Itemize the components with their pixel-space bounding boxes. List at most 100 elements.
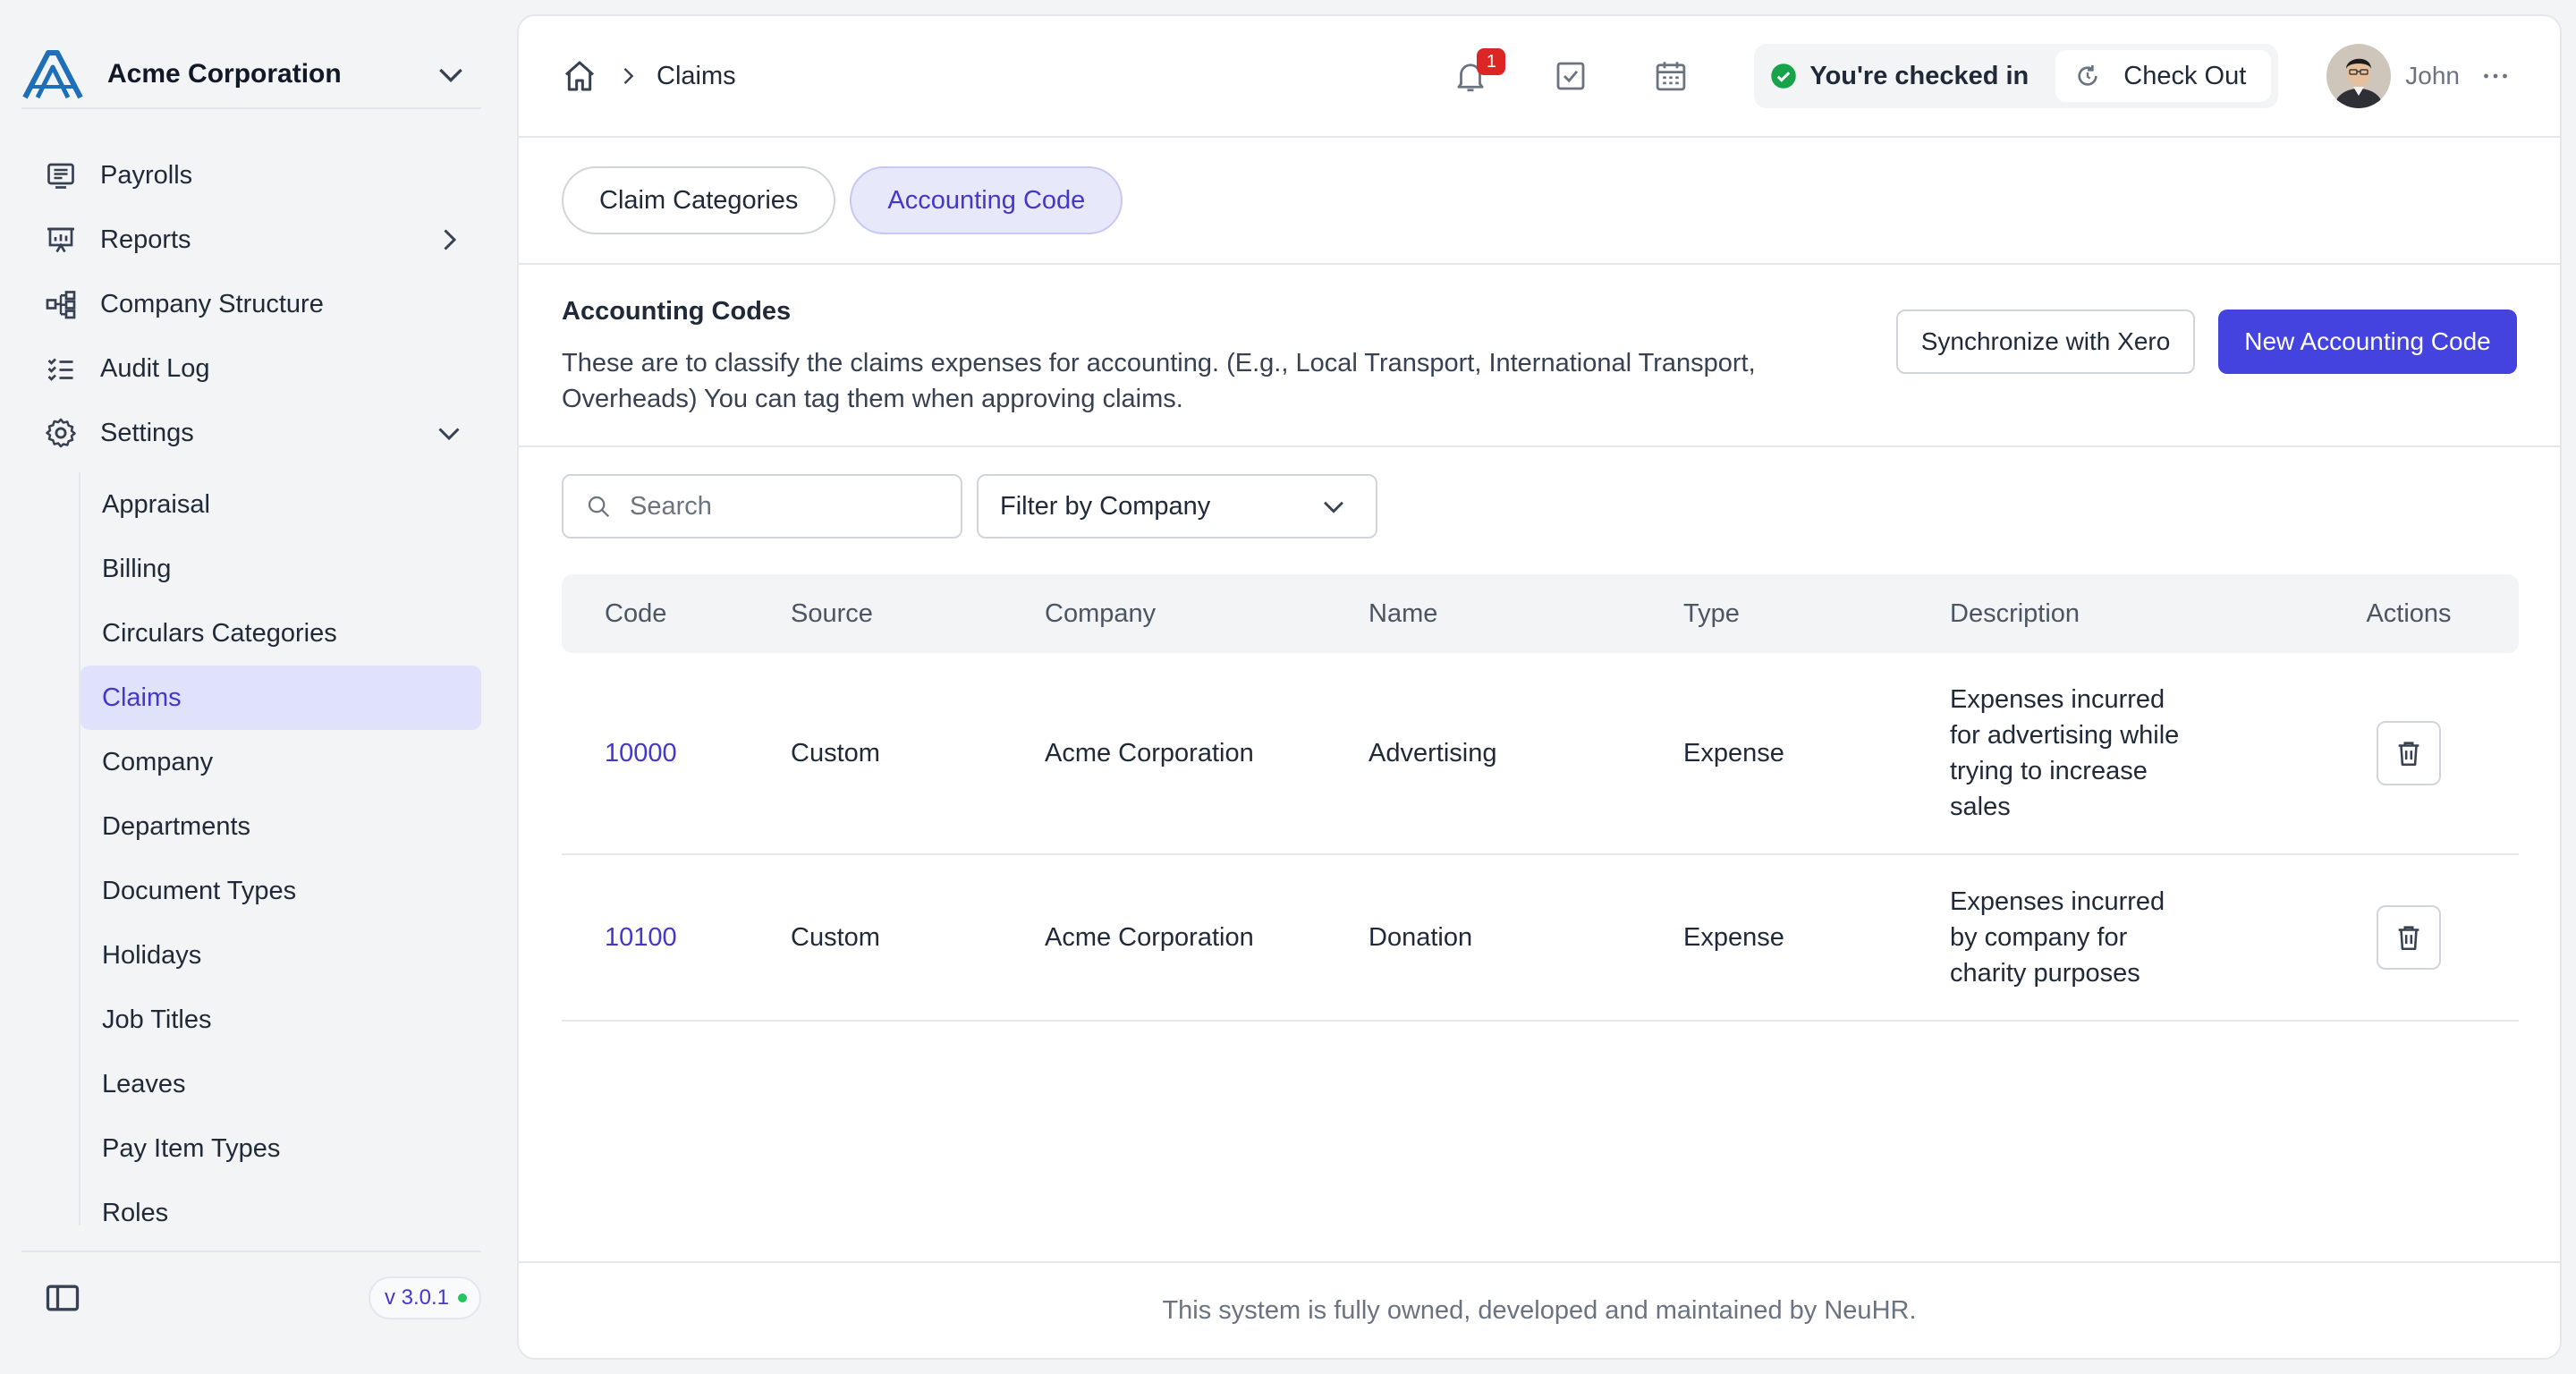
chevron-right-icon [444, 229, 457, 250]
table-row[interactable]: 10000 Custom Acme Corporation Advertisin… [562, 653, 2519, 855]
subnav-item-document-types[interactable]: Document Types [80, 859, 481, 923]
refresh-clock-icon [2078, 65, 2097, 86]
chevron-down-icon [439, 68, 462, 83]
search-icon [588, 496, 610, 518]
sidebar-item-company-structure[interactable]: Company Structure [21, 272, 481, 336]
footer-text: This system is fully owned, developed an… [1162, 1295, 1917, 1325]
check-circle-icon [1771, 64, 1797, 89]
subnav-item-leaves[interactable]: Leaves [80, 1052, 481, 1116]
cell-description: Expenses incurred for advertising while … [1950, 685, 2180, 821]
sidebar-toggle-icon[interactable] [43, 1278, 82, 1318]
checkbox-icon [1556, 62, 1585, 90]
subnav-item-holidays[interactable]: Holidays [80, 923, 481, 988]
cell-type: Expense [1683, 922, 1784, 952]
column-header-actions: Actions [2366, 598, 2452, 628]
sidebar-footer: v 3.0.1 [21, 1251, 481, 1344]
subnav-item-roles[interactable]: Roles [80, 1181, 481, 1226]
subnav-item-company[interactable]: Company [80, 730, 481, 794]
tabs: Claim Categories Accounting Code [519, 138, 2560, 265]
checkin-widget: You're checked in Check Out [1754, 44, 2279, 108]
cell-type: Expense [1683, 738, 1784, 768]
check-out-label: Check Out [2123, 61, 2247, 90]
cell-source: Custom [791, 738, 880, 768]
sidebar-item-reports[interactable]: Reports [21, 208, 481, 272]
subnav-item-claims[interactable]: Claims [80, 666, 481, 730]
chevron-down-icon [438, 428, 460, 441]
cell-company: Acme Corporation [1045, 922, 1254, 952]
delete-button[interactable] [2377, 905, 2441, 970]
main-nav: Payrolls Reports Company Structure Audit… [21, 143, 481, 465]
table-row[interactable]: 10100 Custom Acme Corporation Donation E… [562, 855, 2519, 1022]
search-field[interactable] [562, 474, 962, 539]
sync-xero-button[interactable]: Synchronize with Xero [1896, 310, 2195, 374]
chevron-right-icon [623, 68, 634, 84]
breadcrumb-current: Claims [657, 61, 736, 90]
sidebar-item-settings[interactable]: Settings [21, 401, 481, 465]
trash-icon [2398, 926, 2419, 951]
topbar: Claims 1 You're checked in Check Out Joh… [519, 16, 2560, 138]
notification-badge: 1 [1477, 48, 1506, 75]
company-switcher[interactable]: Acme Corporation [21, 41, 481, 109]
code-link[interactable]: 10000 [605, 739, 677, 768]
sidebar-item-label: Payrolls [100, 160, 193, 190]
code-link[interactable]: 10100 [605, 923, 677, 952]
main-panel: Claims 1 You're checked in Check Out Joh… [517, 14, 2562, 1360]
sidebar-item-label: Company Structure [100, 289, 324, 318]
hierarchy-icon [41, 284, 80, 324]
cell-name: Advertising [1368, 738, 1497, 768]
subnav-item-appraisal[interactable]: Appraisal [80, 472, 481, 537]
search-input[interactable] [630, 491, 934, 522]
cell-source: Custom [791, 922, 880, 952]
subnav-item-departments[interactable]: Departments [80, 794, 481, 859]
more-horizontal-icon[interactable] [2479, 60, 2512, 92]
column-header-type[interactable]: Type [1683, 599, 1950, 629]
trash-icon [2398, 742, 2419, 767]
sidebar-item-payrolls[interactable]: Payrolls [21, 143, 481, 208]
column-header-code[interactable]: Code [562, 599, 791, 629]
gear-icon [41, 413, 80, 453]
section-description: These are to classify the claims expense… [562, 349, 1756, 413]
subnav-item-billing[interactable]: Billing [80, 537, 481, 601]
top-actions: 1 [1452, 48, 1690, 95]
cell-company: Acme Corporation [1045, 738, 1254, 768]
section-header: Accounting Codes These are to classify t… [519, 265, 2560, 447]
footer: This system is fully owned, developed an… [519, 1261, 2560, 1358]
calendar-button[interactable] [1652, 57, 1690, 95]
user-name: John [2405, 62, 2460, 89]
status-dot [458, 1293, 467, 1302]
version-badge: v 3.0.1 [368, 1276, 481, 1319]
delete-button[interactable] [2377, 721, 2441, 785]
subnav-item-circulars-categories[interactable]: Circulars Categories [80, 601, 481, 666]
acme-logo-icon [22, 50, 83, 99]
notifications-button[interactable]: 1 [1452, 48, 1506, 95]
payroll-icon [41, 156, 80, 195]
subnav-item-job-titles[interactable]: Job Titles [80, 988, 481, 1052]
calendar-icon [1657, 62, 1686, 91]
user-menu[interactable]: John [2326, 44, 2512, 108]
sidebar: Acme Corporation Payrolls Reports Compan… [0, 0, 503, 1374]
avatar [2326, 44, 2392, 108]
company-filter-select[interactable]: Filter by Company [977, 474, 1377, 539]
column-header-source[interactable]: Source [791, 599, 1045, 629]
tab-accounting-code[interactable]: Accounting Code [850, 166, 1123, 234]
home-icon[interactable] [562, 58, 597, 94]
column-header-description[interactable]: Description [1950, 596, 2299, 632]
company-name: Acme Corporation [107, 59, 342, 89]
new-accounting-code-button[interactable]: New Accounting Code [2218, 310, 2517, 374]
company-filter-label: Filter by Company [1000, 491, 1211, 521]
sidebar-item-audit-log[interactable]: Audit Log [21, 336, 481, 401]
section-title: Accounting Codes [562, 297, 792, 326]
sidebar-item-label: Reports [100, 225, 191, 254]
version-text: v 3.0.1 [384, 1285, 449, 1310]
check-out-button[interactable]: Check Out [2055, 50, 2272, 102]
accounting-codes-table: Code Source Company Name Type Descriptio… [562, 574, 2519, 1022]
tab-claim-categories[interactable]: Claim Categories [562, 166, 836, 234]
column-header-company[interactable]: Company [1045, 599, 1368, 629]
column-header-name[interactable]: Name [1368, 599, 1683, 629]
tasks-button[interactable] [1552, 57, 1589, 95]
subnav-item-pay-item-types[interactable]: Pay Item Types [80, 1116, 481, 1181]
cell-description: Expenses incurred by company for charity… [1950, 887, 2165, 988]
sidebar-item-label: Settings [100, 418, 194, 447]
breadcrumb: Claims [562, 58, 1452, 94]
chevron-down-icon [1324, 501, 1343, 513]
